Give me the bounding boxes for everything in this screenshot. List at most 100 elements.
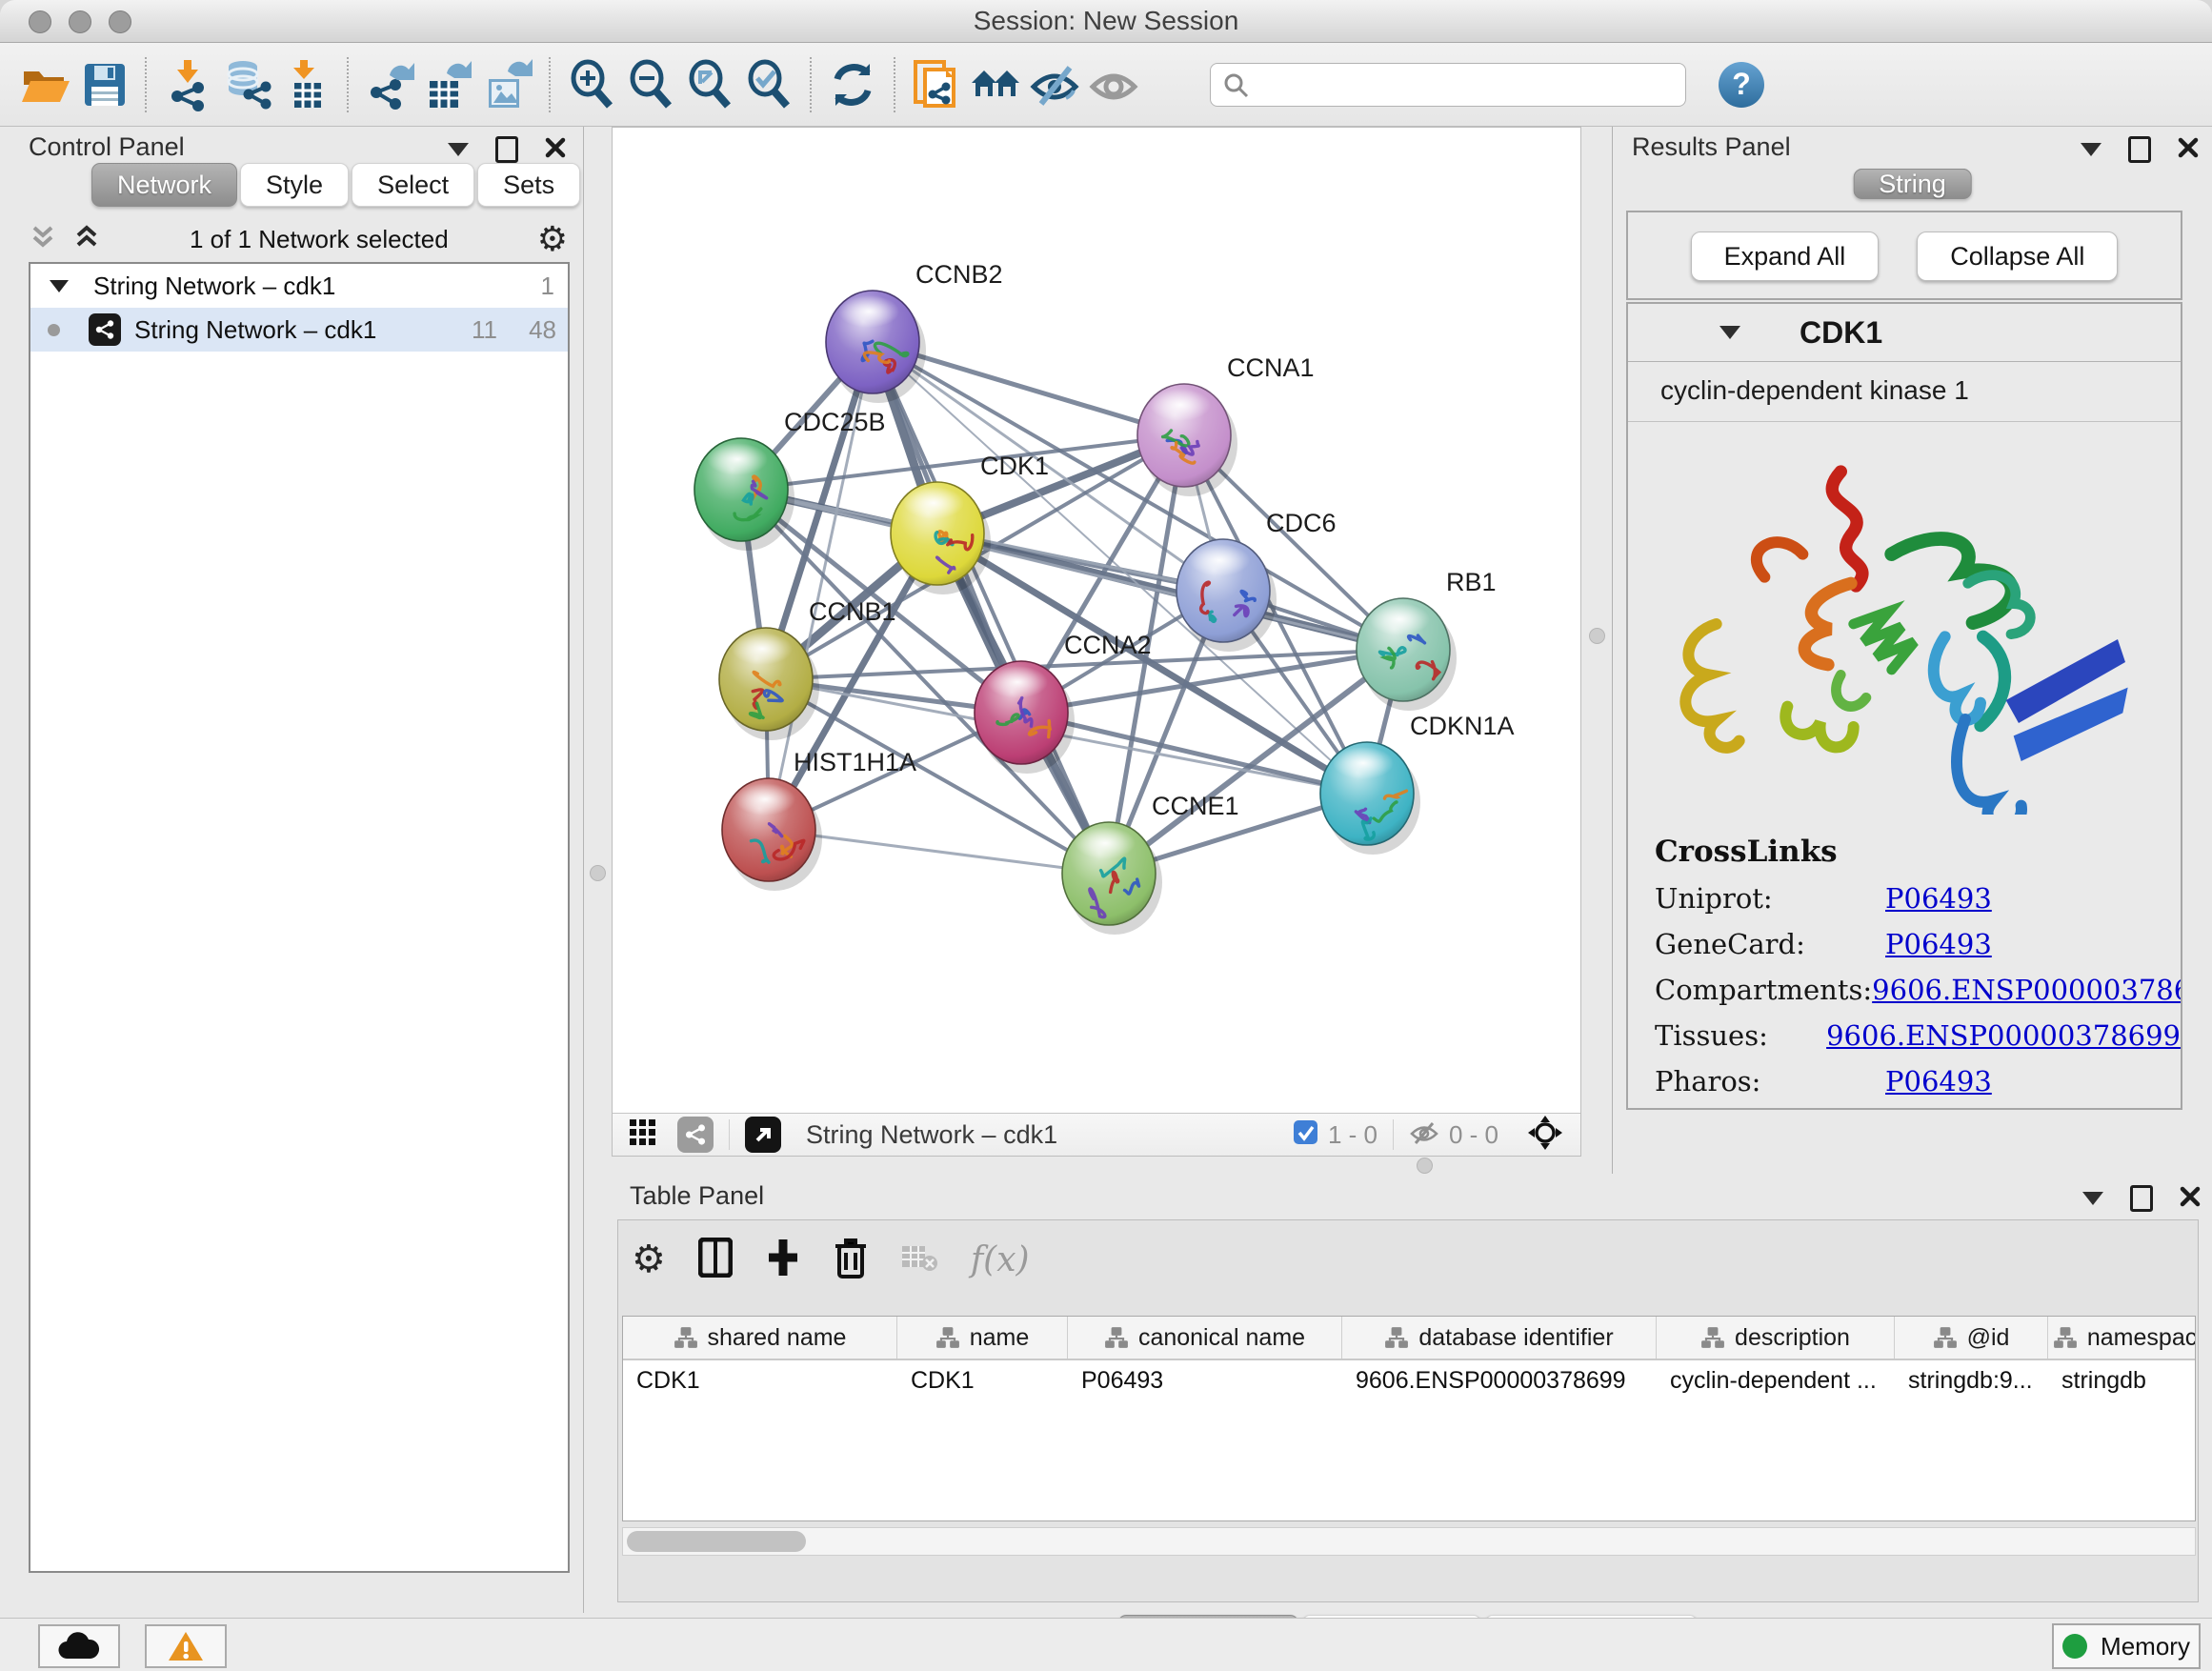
node-table[interactable]: shared namenamecanonical namedatabase id… xyxy=(622,1316,2196,1521)
network-node-CDKN1A[interactable]: CDKN1A xyxy=(1320,712,1515,855)
hide-selected-eye-slash-icon[interactable] xyxy=(1025,55,1084,114)
table-cell[interactable]: cyclin-dependent ... xyxy=(1657,1360,1895,1400)
crosslink-value[interactable]: P06493 xyxy=(1885,928,1992,960)
table-cell[interactable]: 9606.ENSP00000378699 xyxy=(1342,1360,1657,1400)
search-icon xyxy=(1221,70,1252,106)
panel-menu-icon[interactable] xyxy=(448,143,469,156)
gene-section-header[interactable]: CDK1 xyxy=(1628,304,2181,362)
expand-all-button[interactable]: Expand All xyxy=(1691,232,1880,281)
tab-select[interactable]: Select xyxy=(352,163,474,207)
zoom-selected-icon[interactable] xyxy=(739,55,798,114)
table-cell[interactable]: CDK1 xyxy=(623,1360,897,1400)
delete-column-trash-icon[interactable] xyxy=(834,1237,868,1283)
float-panel-icon[interactable] xyxy=(2130,1185,2153,1212)
float-panel-icon[interactable] xyxy=(495,136,518,163)
warnings-button[interactable] xyxy=(145,1624,227,1668)
string-home-icon[interactable] xyxy=(966,55,1025,114)
window-title: Session: New Session xyxy=(0,0,2212,42)
network-edge-CCNB2-CCNE1[interactable] xyxy=(873,342,1109,874)
network-node-HIST1H1A[interactable]: HIST1H1A xyxy=(722,748,916,891)
collapse-collection-icon[interactable] xyxy=(50,280,69,292)
search-input[interactable] xyxy=(1210,63,1686,107)
import-network-from-database-icon[interactable] xyxy=(217,55,276,114)
selected-checkbox-icon[interactable] xyxy=(1293,1119,1318,1150)
import-table-icon[interactable] xyxy=(276,55,335,114)
column-header-description[interactable]: description xyxy=(1657,1317,1895,1359)
add-column-icon[interactable] xyxy=(765,1238,801,1282)
network-collection-row[interactable]: String Network – cdk1 1 xyxy=(30,264,568,308)
zoom-fit-icon[interactable] xyxy=(680,55,739,114)
close-panel-icon[interactable] xyxy=(545,137,566,163)
crosslink-value[interactable]: 9606.ENSP00000378699 xyxy=(1872,974,2182,1006)
tab-style[interactable]: Style xyxy=(240,163,349,207)
column-header-namespace[interactable]: namespace xyxy=(2048,1317,2196,1359)
table-row[interactable]: CDK1CDK1P064939606.ENSP00000378699cyclin… xyxy=(623,1360,2195,1400)
column-header-name[interactable]: name xyxy=(897,1317,1068,1359)
control-panel: Control Panel NetworkStyleSelectSets 1 o… xyxy=(8,127,584,1613)
left-splitter-handle[interactable] xyxy=(590,865,606,881)
right-splitter-handle[interactable] xyxy=(1589,628,1605,644)
help-button[interactable]: ? xyxy=(1719,62,1764,108)
zoom-out-icon[interactable] xyxy=(621,55,680,114)
expand-all-icon[interactable] xyxy=(72,222,101,257)
crosslink-value[interactable]: P06493 xyxy=(1885,1065,1992,1097)
column-header-canonical-name[interactable]: canonical name xyxy=(1068,1317,1342,1359)
network-node-RB1[interactable]: RB1 xyxy=(1357,568,1497,711)
crosslink-value[interactable]: 9606.ENSP00000378699 xyxy=(1826,1019,2181,1052)
table-cell[interactable]: stringdb xyxy=(2048,1360,2196,1400)
collapse-all-icon[interactable] xyxy=(29,222,57,257)
table-gear-icon[interactable]: ⚙ xyxy=(632,1242,666,1277)
refresh-icon[interactable] xyxy=(823,55,882,114)
cloud-button[interactable] xyxy=(38,1624,120,1668)
bottom-splitter-handle[interactable] xyxy=(1417,1158,1433,1174)
hidden-eye-slash-icon[interactable] xyxy=(1409,1119,1439,1151)
save-session-icon[interactable] xyxy=(74,55,133,114)
birdseye-navigator-icon[interactable] xyxy=(1527,1115,1563,1156)
toolbar-separator xyxy=(145,57,147,112)
crosslink-label: Compartments: xyxy=(1655,974,1872,1006)
close-panel-icon[interactable] xyxy=(2178,137,2199,163)
network-canvas[interactable]: CCNB2CCNA1CDC25BCDK1CDC6RB1CCNB1CCNA2CDK… xyxy=(613,128,1580,1113)
network-node-CCNE1[interactable]: CCNE1 xyxy=(1062,792,1239,935)
panel-menu-icon[interactable] xyxy=(2082,1192,2103,1205)
show-all-eye-icon[interactable] xyxy=(1084,55,1143,114)
open-session-icon[interactable] xyxy=(15,55,74,114)
show-columns-icon[interactable] xyxy=(698,1238,733,1282)
clone-network-icon[interactable] xyxy=(907,55,966,114)
crosslink-value[interactable]: P06493 xyxy=(1885,882,1992,915)
table-cell[interactable]: stringdb:9... xyxy=(1895,1360,2048,1400)
table-cell[interactable]: P06493 xyxy=(1068,1360,1342,1400)
network-node-CCNB2[interactable]: CCNB2 xyxy=(826,260,1003,403)
network-node-CCNA1[interactable]: CCNA1 xyxy=(1137,353,1315,496)
memory-button[interactable]: Memory xyxy=(2052,1623,2201,1669)
close-panel-icon[interactable] xyxy=(2180,1186,2201,1212)
collapse-all-button[interactable]: Collapse All xyxy=(1917,232,2118,281)
node-label-CDC25B: CDC25B xyxy=(784,408,886,436)
import-network-icon[interactable] xyxy=(158,55,217,114)
export-network-icon[interactable] xyxy=(360,55,419,114)
column-header-database-identifier[interactable]: database identifier xyxy=(1342,1317,1657,1359)
tab-string[interactable]: String xyxy=(1853,169,1972,199)
node-label-RB1: RB1 xyxy=(1446,568,1497,596)
column-header-@id[interactable]: @id xyxy=(1895,1317,2048,1359)
tab-sets[interactable]: Sets xyxy=(477,163,580,207)
network-share-icon[interactable] xyxy=(677,1117,714,1153)
tab-network[interactable]: Network xyxy=(91,163,237,207)
export-image-icon[interactable] xyxy=(478,55,537,114)
table-horizontal-scrollbar[interactable] xyxy=(622,1527,2196,1556)
scrollbar-thumb[interactable] xyxy=(627,1531,806,1552)
table-panel-title: Table Panel xyxy=(630,1181,764,1211)
export-table-icon[interactable] xyxy=(419,55,478,114)
zoom-in-icon[interactable] xyxy=(562,55,621,114)
collapse-gene-icon[interactable] xyxy=(1719,326,1740,339)
crosslink-row: Compartments:9606.ENSP00000378699 xyxy=(1655,974,2181,1006)
network-row[interactable]: String Network – cdk1 11 48 xyxy=(30,308,568,352)
network-node-CCNB1[interactable]: CCNB1 xyxy=(719,597,896,740)
column-header-shared-name[interactable]: shared name xyxy=(623,1317,897,1359)
grid-view-icon[interactable] xyxy=(630,1119,656,1151)
open-in-window-icon[interactable] xyxy=(745,1117,781,1153)
gear-icon[interactable]: ⚙ xyxy=(537,222,568,256)
panel-menu-icon[interactable] xyxy=(2081,143,2101,156)
table-cell[interactable]: CDK1 xyxy=(897,1360,1068,1400)
float-panel-icon[interactable] xyxy=(2128,136,2151,163)
